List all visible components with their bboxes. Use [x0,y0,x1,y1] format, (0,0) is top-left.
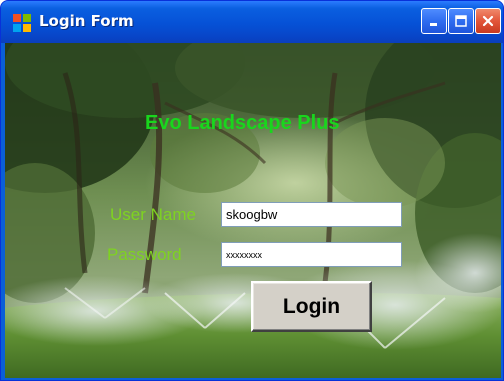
minimize-icon [430,23,437,26]
minimize-button[interactable] [421,8,447,34]
password-input[interactable] [221,242,402,267]
username-label: User Name [110,205,196,224]
password-label: Password [107,245,182,264]
form-client-area: Evo Landscape Plus User Name Password Lo… [5,43,501,378]
maximize-button[interactable] [448,8,474,34]
app-heading: Evo Landscape Plus [145,112,340,134]
close-button[interactable] [475,8,501,34]
maximize-icon [455,15,467,27]
username-input[interactable] [221,202,402,227]
windows-app-icon[interactable] [13,14,31,32]
close-icon [482,15,494,27]
login-button[interactable]: Login [251,281,372,332]
login-window: Login Form Evo Landscape Plus User Name … [0,0,504,381]
window-title: Login Form [39,12,134,30]
title-bar[interactable]: Login Form [1,1,503,43]
